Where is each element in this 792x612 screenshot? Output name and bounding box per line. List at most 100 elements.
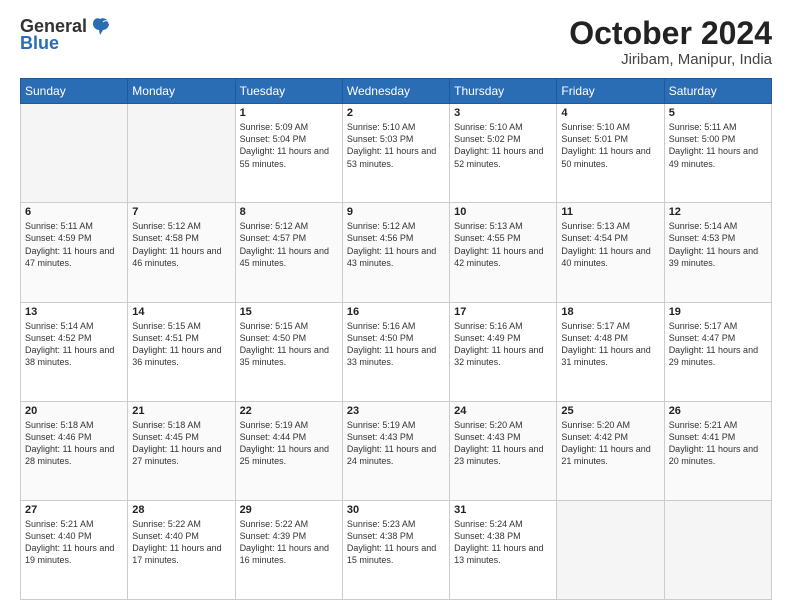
- cell-info: Sunrise: 5:13 AM Sunset: 4:55 PM Dayligh…: [454, 220, 552, 269]
- cell-info: Sunrise: 5:17 AM Sunset: 4:47 PM Dayligh…: [669, 320, 767, 369]
- cell-info: Sunrise: 5:12 AM Sunset: 4:57 PM Dayligh…: [240, 220, 338, 269]
- calendar-week-2: 13 Sunrise: 5:14 AM Sunset: 4:52 PM Dayli…: [21, 302, 772, 401]
- calendar-cell: 13 Sunrise: 5:14 AM Sunset: 4:52 PM Dayli…: [21, 302, 128, 401]
- cell-info: Sunrise: 5:10 AM Sunset: 5:01 PM Dayligh…: [561, 121, 659, 170]
- logo-bird-icon: [89, 17, 111, 37]
- calendar-cell: 20 Sunrise: 5:18 AM Sunset: 4:46 PM Dayli…: [21, 401, 128, 500]
- calendar-cell: 9Sunrise: 5:12 AM Sunset: 4:56 PM Daylig…: [342, 203, 449, 302]
- day-number: 11: [561, 206, 659, 218]
- day-number: 15: [240, 306, 338, 318]
- logo-blue: Blue: [20, 33, 59, 54]
- day-number: 27: [25, 504, 123, 516]
- calendar-week-0: 1Sunrise: 5:09 AM Sunset: 5:04 PM Daylig…: [21, 104, 772, 203]
- calendar-cell: [664, 500, 771, 599]
- header: General Blue October 2024 Jiribam, Manip…: [20, 16, 772, 68]
- calendar-cell: 30Sunrise: 5:23 AM Sunset: 4:38 PM Dayli…: [342, 500, 449, 599]
- calendar-header-row: SundayMondayTuesdayWednesdayThursdayFrid…: [21, 79, 772, 104]
- cell-info: Sunrise: 5:11 AM Sunset: 5:00 PM Dayligh…: [669, 121, 767, 170]
- calendar-cell: [557, 500, 664, 599]
- calendar-cell: 21 Sunrise: 5:18 AM Sunset: 4:45 PM Dayli…: [128, 401, 235, 500]
- day-number: 24: [454, 405, 552, 417]
- calendar-cell: 24 Sunrise: 5:20 AM Sunset: 4:43 PM Dayli…: [450, 401, 557, 500]
- calendar-cell: 10 Sunrise: 5:13 AM Sunset: 4:55 PM Dayli…: [450, 203, 557, 302]
- cell-info: Sunrise: 5:14 AM Sunset: 4:53 PM Dayligh…: [669, 220, 767, 269]
- title-block: October 2024 Jiribam, Manipur, India: [569, 16, 772, 68]
- calendar-header-thursday: Thursday: [450, 79, 557, 104]
- calendar-cell: 8Sunrise: 5:12 AM Sunset: 4:57 PM Daylig…: [235, 203, 342, 302]
- calendar-week-1: 6 Sunrise: 5:11 AM Sunset: 4:59 PM Daylig…: [21, 203, 772, 302]
- calendar-cell: 7Sunrise: 5:12 AM Sunset: 4:58 PM Daylig…: [128, 203, 235, 302]
- day-number: 10: [454, 206, 552, 218]
- day-number: 31: [454, 504, 552, 516]
- cell-info: Sunrise: 5:16 AM Sunset: 4:49 PM Dayligh…: [454, 320, 552, 369]
- calendar-cell: 6 Sunrise: 5:11 AM Sunset: 4:59 PM Daylig…: [21, 203, 128, 302]
- location: Jiribam, Manipur, India: [569, 51, 772, 68]
- calendar-cell: 23 Sunrise: 5:19 AM Sunset: 4:43 PM Dayli…: [342, 401, 449, 500]
- day-number: 21: [132, 405, 230, 417]
- cell-info: Sunrise: 5:24 AM Sunset: 4:38 PM Dayligh…: [454, 518, 552, 567]
- cell-info: Sunrise: 5:10 AM Sunset: 5:02 PM Dayligh…: [454, 121, 552, 170]
- cell-info: Sunrise: 5:19 AM Sunset: 4:43 PM Dayligh…: [347, 419, 445, 468]
- calendar-cell: 11 Sunrise: 5:13 AM Sunset: 4:54 PM Dayli…: [557, 203, 664, 302]
- calendar-cell: 17 Sunrise: 5:16 AM Sunset: 4:49 PM Dayli…: [450, 302, 557, 401]
- calendar-cell: 4 Sunrise: 5:10 AM Sunset: 5:01 PM Daylig…: [557, 104, 664, 203]
- day-number: 19: [669, 306, 767, 318]
- calendar-cell: 2 Sunrise: 5:10 AM Sunset: 5:03 PM Daylig…: [342, 104, 449, 203]
- cell-info: Sunrise: 5:21 AM Sunset: 4:41 PM Dayligh…: [669, 419, 767, 468]
- calendar-cell: 22 Sunrise: 5:19 AM Sunset: 4:44 PM Dayli…: [235, 401, 342, 500]
- day-number: 22: [240, 405, 338, 417]
- day-number: 12: [669, 206, 767, 218]
- calendar-cell: 28 Sunrise: 5:22 AM Sunset: 4:40 PM Dayli…: [128, 500, 235, 599]
- day-number: 17: [454, 306, 552, 318]
- calendar-cell: 27 Sunrise: 5:21 AM Sunset: 4:40 PM Dayli…: [21, 500, 128, 599]
- day-number: 13: [25, 306, 123, 318]
- calendar-cell: 25 Sunrise: 5:20 AM Sunset: 4:42 PM Dayli…: [557, 401, 664, 500]
- day-number: 28: [132, 504, 230, 516]
- day-number: 6: [25, 206, 123, 218]
- cell-info: Sunrise: 5:11 AM Sunset: 4:59 PM Dayligh…: [25, 220, 123, 269]
- calendar-cell: 14Sunrise: 5:15 AM Sunset: 4:51 PM Dayli…: [128, 302, 235, 401]
- day-number: 2: [347, 107, 445, 119]
- month-title: October 2024: [569, 16, 772, 51]
- cell-info: Sunrise: 5:15 AM Sunset: 4:50 PM Dayligh…: [240, 320, 338, 369]
- calendar-header-tuesday: Tuesday: [235, 79, 342, 104]
- cell-info: Sunrise: 5:13 AM Sunset: 4:54 PM Dayligh…: [561, 220, 659, 269]
- calendar-cell: 26 Sunrise: 5:21 AM Sunset: 4:41 PM Dayli…: [664, 401, 771, 500]
- calendar-cell: 29Sunrise: 5:22 AM Sunset: 4:39 PM Dayli…: [235, 500, 342, 599]
- cell-info: Sunrise: 5:19 AM Sunset: 4:44 PM Dayligh…: [240, 419, 338, 468]
- calendar-week-4: 27 Sunrise: 5:21 AM Sunset: 4:40 PM Dayli…: [21, 500, 772, 599]
- cell-info: Sunrise: 5:20 AM Sunset: 4:42 PM Dayligh…: [561, 419, 659, 468]
- calendar-cell: 3Sunrise: 5:10 AM Sunset: 5:02 PM Daylig…: [450, 104, 557, 203]
- day-number: 20: [25, 405, 123, 417]
- cell-info: Sunrise: 5:18 AM Sunset: 4:46 PM Dayligh…: [25, 419, 123, 468]
- cell-info: Sunrise: 5:14 AM Sunset: 4:52 PM Dayligh…: [25, 320, 123, 369]
- calendar-cell: [21, 104, 128, 203]
- cell-info: Sunrise: 5:21 AM Sunset: 4:40 PM Dayligh…: [25, 518, 123, 567]
- cell-info: Sunrise: 5:22 AM Sunset: 4:40 PM Dayligh…: [132, 518, 230, 567]
- cell-info: Sunrise: 5:23 AM Sunset: 4:38 PM Dayligh…: [347, 518, 445, 567]
- day-number: 7: [132, 206, 230, 218]
- logo: General Blue: [20, 16, 111, 54]
- day-number: 1: [240, 107, 338, 119]
- day-number: 25: [561, 405, 659, 417]
- calendar-cell: 12 Sunrise: 5:14 AM Sunset: 4:53 PM Dayli…: [664, 203, 771, 302]
- calendar-cell: 1Sunrise: 5:09 AM Sunset: 5:04 PM Daylig…: [235, 104, 342, 203]
- calendar-cell: 5 Sunrise: 5:11 AM Sunset: 5:00 PM Daylig…: [664, 104, 771, 203]
- calendar-header-saturday: Saturday: [664, 79, 771, 104]
- calendar-cell: 19 Sunrise: 5:17 AM Sunset: 4:47 PM Dayli…: [664, 302, 771, 401]
- day-number: 23: [347, 405, 445, 417]
- cell-info: Sunrise: 5:20 AM Sunset: 4:43 PM Dayligh…: [454, 419, 552, 468]
- page: General Blue October 2024 Jiribam, Manip…: [0, 0, 792, 612]
- day-number: 4: [561, 107, 659, 119]
- day-number: 9: [347, 206, 445, 218]
- cell-info: Sunrise: 5:16 AM Sunset: 4:50 PM Dayligh…: [347, 320, 445, 369]
- calendar-table: SundayMondayTuesdayWednesdayThursdayFrid…: [20, 78, 772, 600]
- cell-info: Sunrise: 5:10 AM Sunset: 5:03 PM Dayligh…: [347, 121, 445, 170]
- cell-info: Sunrise: 5:18 AM Sunset: 4:45 PM Dayligh…: [132, 419, 230, 468]
- calendar-cell: 18Sunrise: 5:17 AM Sunset: 4:48 PM Dayli…: [557, 302, 664, 401]
- calendar-header-sunday: Sunday: [21, 79, 128, 104]
- day-number: 14: [132, 306, 230, 318]
- calendar-cell: [128, 104, 235, 203]
- day-number: 26: [669, 405, 767, 417]
- day-number: 5: [669, 107, 767, 119]
